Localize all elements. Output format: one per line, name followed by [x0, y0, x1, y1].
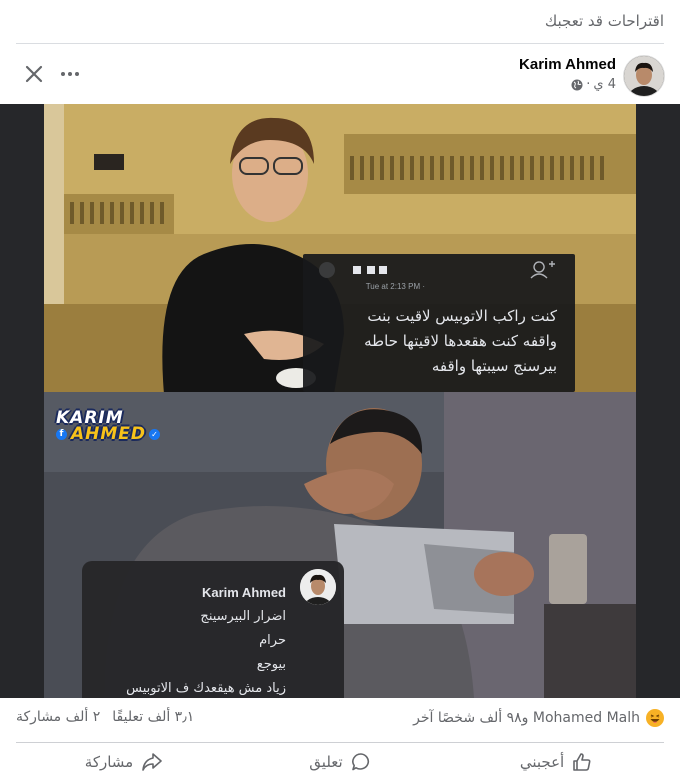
meta-separator: · [586, 77, 591, 92]
screenshot-text: كنت راكب الاتوبيس لاقيت بنت واقفه كنت هق… [313, 304, 557, 379]
screenshot-line: واقفه كنت هقعدها لاقيتها حاطه [364, 332, 557, 350]
post-meta: 4 ي · [571, 77, 616, 92]
more-options-button[interactable] [52, 58, 88, 90]
screenshot-header-icons [319, 261, 555, 279]
reactions-summary[interactable]: Mohamed Malh و٩٨ ألف شخصًا آخر [413, 709, 664, 727]
comment-icon [351, 752, 369, 770]
brand-name-line2: AHMED [71, 424, 147, 444]
comment-line: اضرار البيرسينج [200, 609, 286, 624]
comments-count[interactable]: ٣٫١ ألف تعليقًا [112, 709, 194, 725]
like-label: أعجبني [519, 752, 565, 771]
author-avatar[interactable] [624, 56, 664, 96]
like-button[interactable]: أعجبني [448, 743, 664, 780]
share-icon [142, 752, 163, 771]
post-time[interactable]: 4 ي [593, 77, 616, 92]
comment-line: حرام [259, 633, 286, 648]
post-stats: Mohamed Malh و٩٨ ألف شخصًا آخر ٣٫١ ألف ت… [0, 698, 680, 742]
author-name[interactable]: Karim Ahmed [519, 56, 616, 73]
close-icon [25, 65, 43, 83]
comment-author: Karim Ahmed [201, 585, 286, 600]
comment-card: Karim Ahmed اضرار البيرسينج حرام بيوجع ز… [82, 561, 344, 698]
screenshot-time: Tue at 2:13 PM · [365, 282, 425, 291]
post-image[interactable]: Tue at 2:13 PM · كنت راكب الاتوبيس لاقيت… [0, 104, 680, 698]
share-button[interactable]: مشاركة [16, 743, 232, 780]
post-actions: أعجبني تعليق مشاركة [16, 743, 664, 780]
screenshot-line: كنت راكب الاتوبيس لاقيت بنت [367, 307, 557, 325]
screenshot-line: بيرسنج سيبتها واقفه [431, 357, 557, 375]
globe-icon [571, 79, 583, 90]
comment-label: تعليق [309, 752, 343, 771]
hide-post-button[interactable] [16, 58, 52, 90]
facebook-icon: f [56, 429, 67, 440]
share-label: مشاركة [84, 752, 134, 771]
screenshot-post-card: Tue at 2:13 PM · كنت راكب الاتوبيس لاقيت… [303, 254, 575, 392]
more-horizontal-icon [61, 72, 79, 76]
engagement-counts: ٣٫١ ألف تعليقًا ٢ ألف مشاركة [16, 709, 194, 725]
suggestions-title: اقتراحات قد تعجبك [544, 12, 664, 30]
suggestions-header: اقتراحات قد تعجبك [0, 0, 680, 44]
shares-count[interactable]: ٢ ألف مشاركة [16, 709, 100, 725]
comment-line: زياد مش هيقعدك ف الاتوبيس [126, 681, 286, 696]
comment-avatar [300, 569, 336, 605]
haha-reaction-icon [646, 709, 664, 727]
comment-button[interactable]: تعليق [232, 743, 448, 780]
comment-text: اضرار البيرسينج حرام بيوجع زياد مش هيقعد… [90, 605, 286, 698]
comment-line: بيوجع [256, 657, 286, 672]
reactions-text: Mohamed Malh و٩٨ ألف شخصًا آخر [413, 710, 640, 726]
thumbs-up-icon [573, 752, 591, 771]
verified-check-icon: ✓ [149, 429, 161, 440]
post-header: Karim Ahmed 4 ي · [0, 44, 680, 104]
brand-logo: KARIM f AHMED ✓ [56, 410, 161, 444]
